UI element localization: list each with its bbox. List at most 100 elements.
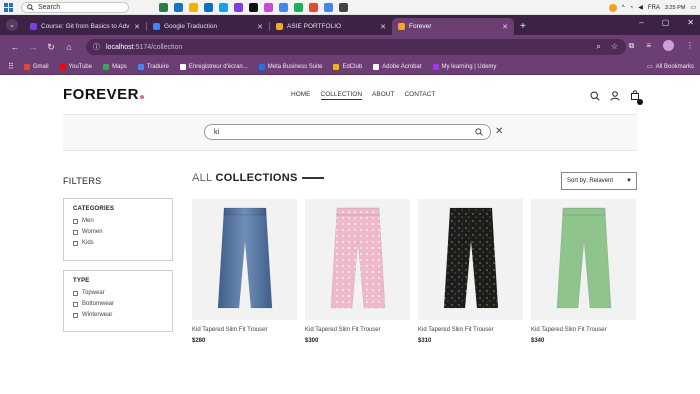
bookmark-item[interactable]: Adobe Acrobat	[373, 63, 422, 70]
back-button[interactable]: ←	[6, 42, 24, 52]
volume-icon[interactable]: ◀	[638, 4, 643, 11]
taskbar-app-icon[interactable]	[264, 2, 273, 12]
menu-dots-icon[interactable]: ⋮	[686, 41, 694, 50]
media-icon[interactable]: ≡	[646, 41, 651, 50]
clock[interactable]: 3:25 PM	[665, 5, 685, 11]
trouser-image	[556, 207, 611, 308]
site-logo[interactable]: FOREVER	[63, 86, 145, 103]
type-filter: TYPE Topwear Bottomwear Winterwear	[63, 270, 173, 332]
notification-icon[interactable]: ▭	[690, 4, 696, 11]
bookmark-label: YouTube	[68, 63, 93, 70]
taskbar-search-input[interactable]: Search	[21, 1, 129, 13]
bookmark-item[interactable]: Maps	[103, 63, 127, 70]
new-tab-button[interactable]: +	[520, 21, 526, 32]
product-card[interactable]: Kid Tapered Slim Fit Trouser $300	[305, 199, 410, 344]
taskbar-app-icon[interactable]	[309, 2, 318, 12]
product-image[interactable]	[531, 199, 636, 320]
browser-tab[interactable]: Google Traduction ✕	[147, 18, 269, 35]
tab-close-icon[interactable]: ✕	[380, 23, 386, 31]
forward-button[interactable]: →	[24, 42, 42, 52]
product-card[interactable]: Kid Tapered Slim Fit Trouser $280	[192, 199, 297, 344]
sort-select[interactable]: Sort by: Relavent ▼	[561, 172, 637, 190]
product-card[interactable]: Kid Tapered Slim Fit Trouser $310	[418, 199, 523, 344]
system-tray: ^ ◔ ◀ FRA 3:25 PM ▭	[608, 0, 696, 15]
browser-tab[interactable]: Course: Git from Basics to Adv ✕	[24, 18, 146, 35]
option-label: Topwear	[82, 290, 105, 296]
browser-tab[interactable]: Forever ✕	[392, 18, 514, 35]
taskbar-app-icon[interactable]	[249, 2, 258, 12]
nav-collection[interactable]: COLLECTION	[320, 91, 363, 100]
close-search-icon[interactable]: ✕	[495, 126, 503, 137]
bookmark-item[interactable]: Gmail	[23, 63, 49, 70]
taskbar-app-icon[interactable]	[324, 2, 333, 12]
product-image[interactable]	[418, 199, 523, 320]
cart-button[interactable]	[630, 90, 643, 105]
chevron-up-icon[interactable]: ^	[622, 5, 625, 11]
minimize-icon[interactable]: –	[639, 18, 643, 27]
bookmark-item[interactable]: EdClub	[333, 63, 362, 70]
filter-option-winterwear[interactable]: Winterwear	[73, 312, 172, 318]
address-bar[interactable]: ⓘ localhost:5174/collection ⌕ ☆	[86, 39, 626, 55]
checkbox[interactable]	[73, 229, 78, 235]
tab-close-icon[interactable]: ✕	[257, 23, 263, 31]
windows-start-icon[interactable]	[4, 2, 13, 12]
profile-avatar[interactable]	[663, 40, 674, 51]
bookmark-item[interactable]: Enregistreur d'écran...	[179, 63, 248, 70]
product-image[interactable]	[305, 199, 410, 320]
filter-option-kids[interactable]: Kids	[73, 240, 172, 246]
product-card[interactable]: Kid Tapered Slim Fit Trouser $340	[531, 199, 636, 344]
filter-option-women[interactable]: Women	[73, 229, 172, 235]
browser-tab[interactable]: ASIE PORTFOLIO ✕	[270, 18, 392, 35]
weather-icon[interactable]	[608, 3, 617, 12]
taskbar-app-icon[interactable]	[339, 2, 348, 12]
extensions-icon[interactable]: ⧉	[629, 41, 635, 51]
filter-option-men[interactable]: Men	[73, 218, 172, 224]
checkbox[interactable]	[73, 290, 78, 296]
bookmark-item[interactable]: My learning | Udemy	[432, 63, 496, 70]
nav-about[interactable]: ABOUT	[372, 91, 394, 100]
taskbar-app-icon[interactable]	[234, 2, 243, 12]
nav-home[interactable]: HOME	[291, 91, 311, 100]
language-indicator[interactable]: FRA	[648, 5, 660, 11]
wifi-icon[interactable]: ◔	[630, 5, 634, 11]
filter-option-bottomwear[interactable]: Bottomwear	[73, 301, 172, 307]
bookmark-item[interactable]: Traduire	[137, 63, 169, 70]
tab-close-icon[interactable]: ✕	[502, 23, 508, 31]
tab-search-icon[interactable]: ⌄	[6, 19, 18, 31]
bookmark-star-icon[interactable]: ☆	[611, 42, 618, 52]
close-icon[interactable]: ✕	[687, 18, 694, 27]
apps-grid-icon[interactable]: ⠿	[8, 62, 14, 71]
product-price: $300	[305, 338, 319, 344]
product-image[interactable]	[192, 199, 297, 320]
checkbox[interactable]	[73, 218, 78, 224]
collection-title-main: COLLECTIONS	[215, 172, 298, 184]
zoom-icon[interactable]: ⌕	[596, 42, 600, 52]
tab-close-icon[interactable]: ✕	[134, 23, 140, 31]
taskbar-app-icon[interactable]	[204, 2, 213, 12]
tab-favicon-icon	[153, 23, 160, 30]
product-search-input[interactable]: ki	[204, 124, 491, 140]
checkbox[interactable]	[73, 240, 78, 246]
filter-option-topwear[interactable]: Topwear	[73, 290, 172, 296]
nav-contact[interactable]: CONTACT	[404, 91, 435, 100]
search-icon[interactable]	[590, 91, 600, 101]
bookmark-item[interactable]: YouTube	[59, 63, 93, 70]
user-icon[interactable]	[610, 91, 620, 101]
taskbar-app-icon[interactable]	[189, 2, 198, 12]
maximize-icon[interactable]: ▢	[662, 18, 670, 27]
main-nav: HOME COLLECTION ABOUT CONTACT	[291, 91, 435, 100]
site-info-icon[interactable]: ⓘ	[93, 42, 100, 52]
all-bookmarks-button[interactable]: ▭ All Bookmarks	[647, 63, 694, 71]
reload-button[interactable]: ↻	[42, 42, 60, 53]
taskbar-app-icon[interactable]	[219, 2, 228, 12]
filters-title[interactable]: FILTERS	[63, 176, 101, 186]
checkbox[interactable]	[73, 312, 78, 318]
taskbar-app-icon[interactable]	[294, 2, 303, 12]
taskbar-app-icon[interactable]	[279, 2, 288, 12]
taskbar-app-icon[interactable]	[174, 2, 183, 12]
checkbox[interactable]	[73, 301, 78, 307]
tab-favicon-icon	[398, 23, 405, 30]
home-button[interactable]: ⌂	[60, 42, 78, 52]
bookmark-item[interactable]: Meta Business Suite	[258, 63, 322, 70]
taskbar-app-icon[interactable]	[159, 2, 168, 12]
